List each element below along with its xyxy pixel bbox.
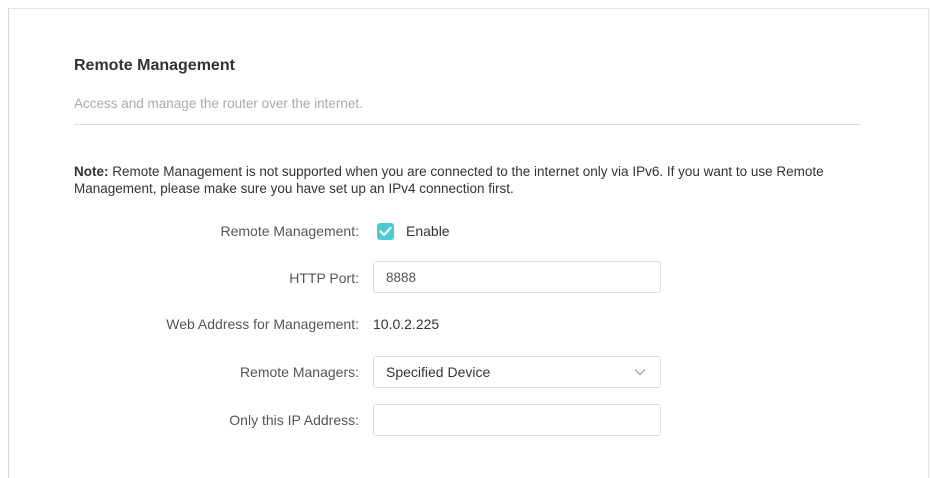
- remote-managers-selected: Specified Device: [386, 364, 491, 380]
- note-text: Note: Remote Management is not supported…: [74, 163, 864, 197]
- note-prefix: Note:: [74, 164, 109, 179]
- enable-label[interactable]: Enable: [406, 223, 450, 239]
- web-address-value: 10.0.2.225: [373, 316, 440, 332]
- remote-managers-label: Remote Managers:: [239, 364, 359, 380]
- remote-management-checkbox[interactable]: [377, 223, 394, 240]
- web-address-label: Web Address for Management:: [166, 316, 359, 332]
- remote-managers-select[interactable]: Specified Device: [373, 356, 661, 388]
- section-divider: [74, 124, 861, 125]
- section-title: Remote Management: [74, 57, 235, 74]
- http-port-label: HTTP Port:: [289, 270, 359, 286]
- chevron-down-icon: [634, 369, 646, 376]
- http-port-input[interactable]: [373, 261, 661, 293]
- only-ip-label: Only this IP Address:: [229, 412, 359, 428]
- checkmark-icon: [379, 226, 392, 237]
- section-description: Access and manage the router over the in…: [74, 96, 363, 111]
- note-body: Remote Management is not supported when …: [74, 164, 824, 196]
- remote-management-label: Remote Management:: [220, 223, 359, 239]
- only-ip-input[interactable]: [373, 404, 661, 436]
